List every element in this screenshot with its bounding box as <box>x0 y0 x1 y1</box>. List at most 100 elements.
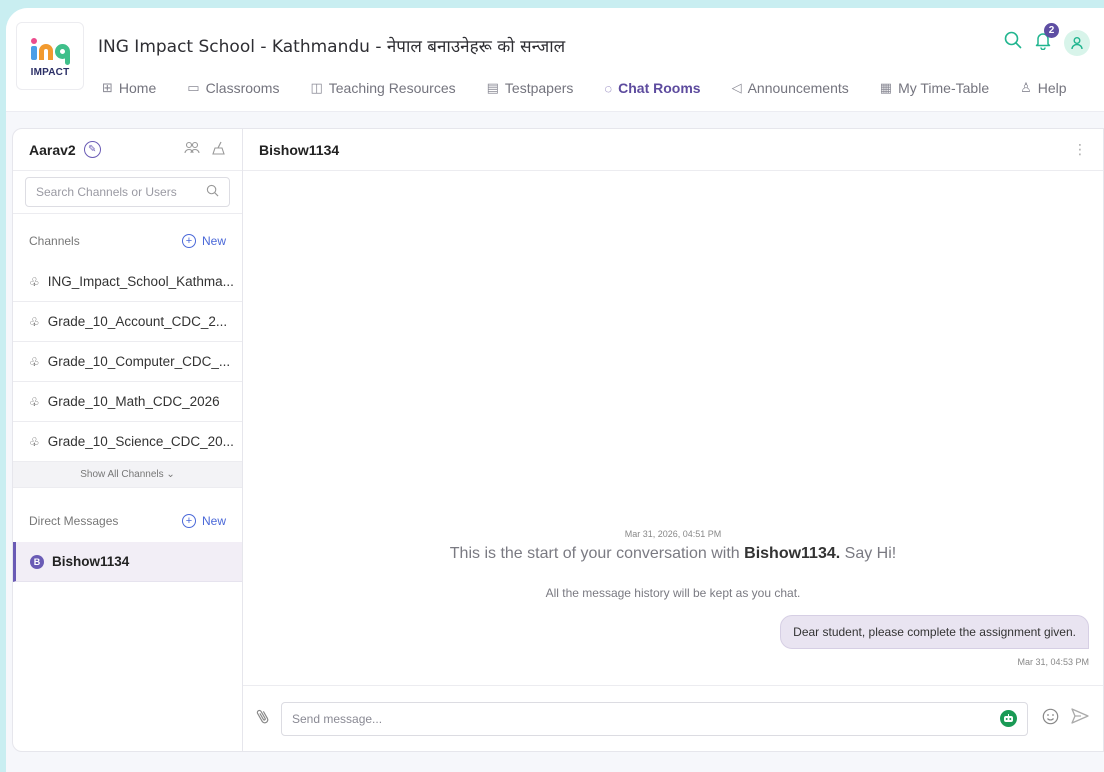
show-all-label: Show All Channels <box>80 469 164 480</box>
channel-item[interactable]: ♧ Grade_10_Math_CDC_2026 <box>13 382 242 422</box>
nav-home[interactable]: ⊞ Home <box>102 80 156 96</box>
ai-bot-icon[interactable] <box>1000 710 1017 727</box>
nav-help[interactable]: ♙ Help <box>1020 80 1066 96</box>
plus-circle-icon: + <box>181 514 196 528</box>
broom-clear-icon[interactable] <box>212 141 226 158</box>
nav-announcements[interactable]: ◁ Announcements <box>732 80 849 96</box>
search-icon[interactable] <box>1004 31 1022 55</box>
channel-item[interactable]: ♧ Grade_10_Computer_CDC_... <box>13 342 242 382</box>
user-avatar-icon[interactable] <box>1064 30 1090 56</box>
message-bubble[interactable]: Dear student, please complete the assign… <box>780 615 1089 649</box>
nav-testpapers[interactable]: ▤ Testpapers <box>487 80 574 96</box>
nav-chat-rooms[interactable]: ◌ Chat Rooms <box>604 80 700 96</box>
send-icon[interactable] <box>1071 708 1089 729</box>
channel-group-icon: ♧ <box>29 354 40 369</box>
nav-teaching-resources[interactable]: ◫ Teaching Resources <box>310 80 455 96</box>
channel-name: Grade_10_Account_CDC_2... <box>47 314 228 329</box>
paperclip-icon[interactable] <box>252 705 276 732</box>
channel-group-icon: ♧ <box>29 394 40 409</box>
app-title: ING Impact School - Kathmandu - नेपाल बन… <box>98 37 566 57</box>
book-icon: ◫ <box>310 80 323 95</box>
current-username: Aarav2 <box>29 141 76 158</box>
channel-group-icon: ♧ <box>29 434 40 449</box>
divider <box>13 213 242 214</box>
sidebar-actions <box>184 141 226 158</box>
message-timestamp: Mar 31, 04:53 PM <box>1017 657 1089 667</box>
channel-group-icon: ♧ <box>29 314 40 329</box>
conversation-pane: Bishow1134 ⋮ Mar 31, 2026, 04:51 PM This… <box>243 129 1103 751</box>
users-group-icon[interactable] <box>184 141 200 158</box>
school-logo[interactable]: IMPACT <box>16 22 84 90</box>
plus-circle-icon: + <box>181 234 196 248</box>
new-direct-message-button[interactable]: + New <box>181 514 226 528</box>
nav-label: Classrooms <box>205 80 280 96</box>
channel-item[interactable]: ♧ Grade_10_Account_CDC_2... <box>13 302 242 342</box>
new-channel-button[interactable]: + New <box>181 234 226 248</box>
channel-name: Grade_10_Science_CDC_20... <box>47 434 234 449</box>
dm-item-bishow1134[interactable]: B Bishow1134 <box>13 542 242 582</box>
channel-search-input[interactable] <box>36 185 206 199</box>
chat-sidebar: Aarav2 ✎ Channels <box>13 129 243 751</box>
grid-icon: ⊞ <box>102 80 113 95</box>
nav-classrooms[interactable]: ▭ Classrooms <box>187 80 279 96</box>
document-icon: ▤ <box>486 80 499 95</box>
channel-list: ♧ ING_Impact_School_Kathma... ♧ Grade_10… <box>13 262 242 462</box>
channel-group-icon: ♧ <box>29 274 40 289</box>
direct-messages-header: Direct Messages + New <box>13 500 242 542</box>
channel-name: Grade_10_Computer_CDC_... <box>47 354 231 369</box>
channel-name: Grade_10_Math_CDC_2026 <box>47 394 220 409</box>
direct-messages-label: Direct Messages <box>29 514 119 528</box>
message-input[interactable] <box>292 711 1000 726</box>
nav-my-time-table[interactable]: ▦ My Time-Table <box>880 80 989 96</box>
conversation-start-message: This is the start of your conversation w… <box>243 545 1103 563</box>
more-vertical-icon[interactable]: ⋮ <box>1073 141 1087 158</box>
header-actions: 2 <box>1004 22 1090 56</box>
emoji-icon[interactable] <box>1042 708 1059 730</box>
message-list: Mar 31, 2026, 04:51 PM This is the start… <box>243 171 1103 685</box>
start-prefix: This is the start of your conversation w… <box>449 545 740 562</box>
nav-label: Testpapers <box>504 80 574 96</box>
channel-search-box[interactable] <box>25 177 230 207</box>
nav-label: Chat Rooms <box>618 80 701 96</box>
ing-logo-icon <box>27 35 73 65</box>
logo-text: IMPACT <box>30 66 70 78</box>
start-suffix: Say Hi! <box>844 545 897 562</box>
notification-badge: 2 <box>1044 22 1059 38</box>
chevron-down-icon: ⌄ <box>163 469 175 480</box>
start-user: Bishow1134. <box>744 545 841 562</box>
conversation-start-date: Mar 31, 2026, 04:51 PM <box>624 529 722 539</box>
history-note: All the message history will be kept as … <box>545 586 801 600</box>
dm-name: Bishow1134 <box>52 554 130 569</box>
notification-bell-icon[interactable]: 2 <box>1034 22 1059 56</box>
channel-item[interactable]: ♧ ING_Impact_School_Kathma... <box>13 262 242 302</box>
chat-icon: ◌ <box>604 80 613 96</box>
channels-label: Channels <box>29 234 80 248</box>
help-icon: ♙ <box>1020 80 1032 95</box>
megaphone-icon: ◁ <box>731 80 742 95</box>
chat-panel: Aarav2 ✎ Channels <box>12 128 1104 752</box>
conversation-header: Bishow1134 ⋮ <box>243 129 1103 171</box>
main-nav: ⊞ Home ▭ Classrooms ◫ Teaching Resources… <box>102 80 1098 96</box>
new-label: New <box>201 234 226 248</box>
channel-item[interactable]: ♧ Grade_10_Science_CDC_20... <box>13 422 242 462</box>
nav-label: My Time-Table <box>898 80 990 96</box>
top-header: IMPACT ING Impact School - Kathmandu - न… <box>6 8 1104 112</box>
channels-header: Channels + New <box>13 220 242 262</box>
app-frame: IMPACT ING Impact School - Kathmandu - न… <box>6 8 1104 772</box>
sidebar-header: Aarav2 ✎ <box>13 129 242 171</box>
edit-pencil-icon[interactable]: ✎ <box>83 141 101 158</box>
nav-label: Announcements <box>747 80 849 96</box>
calendar-icon: ▦ <box>879 80 893 95</box>
message-input-box[interactable] <box>281 701 1028 736</box>
channel-name: ING_Impact_School_Kathma... <box>47 274 234 289</box>
nav-label: Help <box>1037 80 1067 96</box>
new-label: New <box>201 514 226 528</box>
screen-icon: ▭ <box>187 80 200 95</box>
message-composer <box>243 685 1103 751</box>
dm-avatar: B <box>30 554 44 569</box>
nav-label: Home <box>118 80 157 96</box>
nav-label: Teaching Resources <box>328 80 456 96</box>
conversation-title: Bishow1134 <box>259 141 340 158</box>
show-all-channels-button[interactable]: Show All Channels ⌄ <box>13 462 242 488</box>
search-icon <box>206 184 219 200</box>
